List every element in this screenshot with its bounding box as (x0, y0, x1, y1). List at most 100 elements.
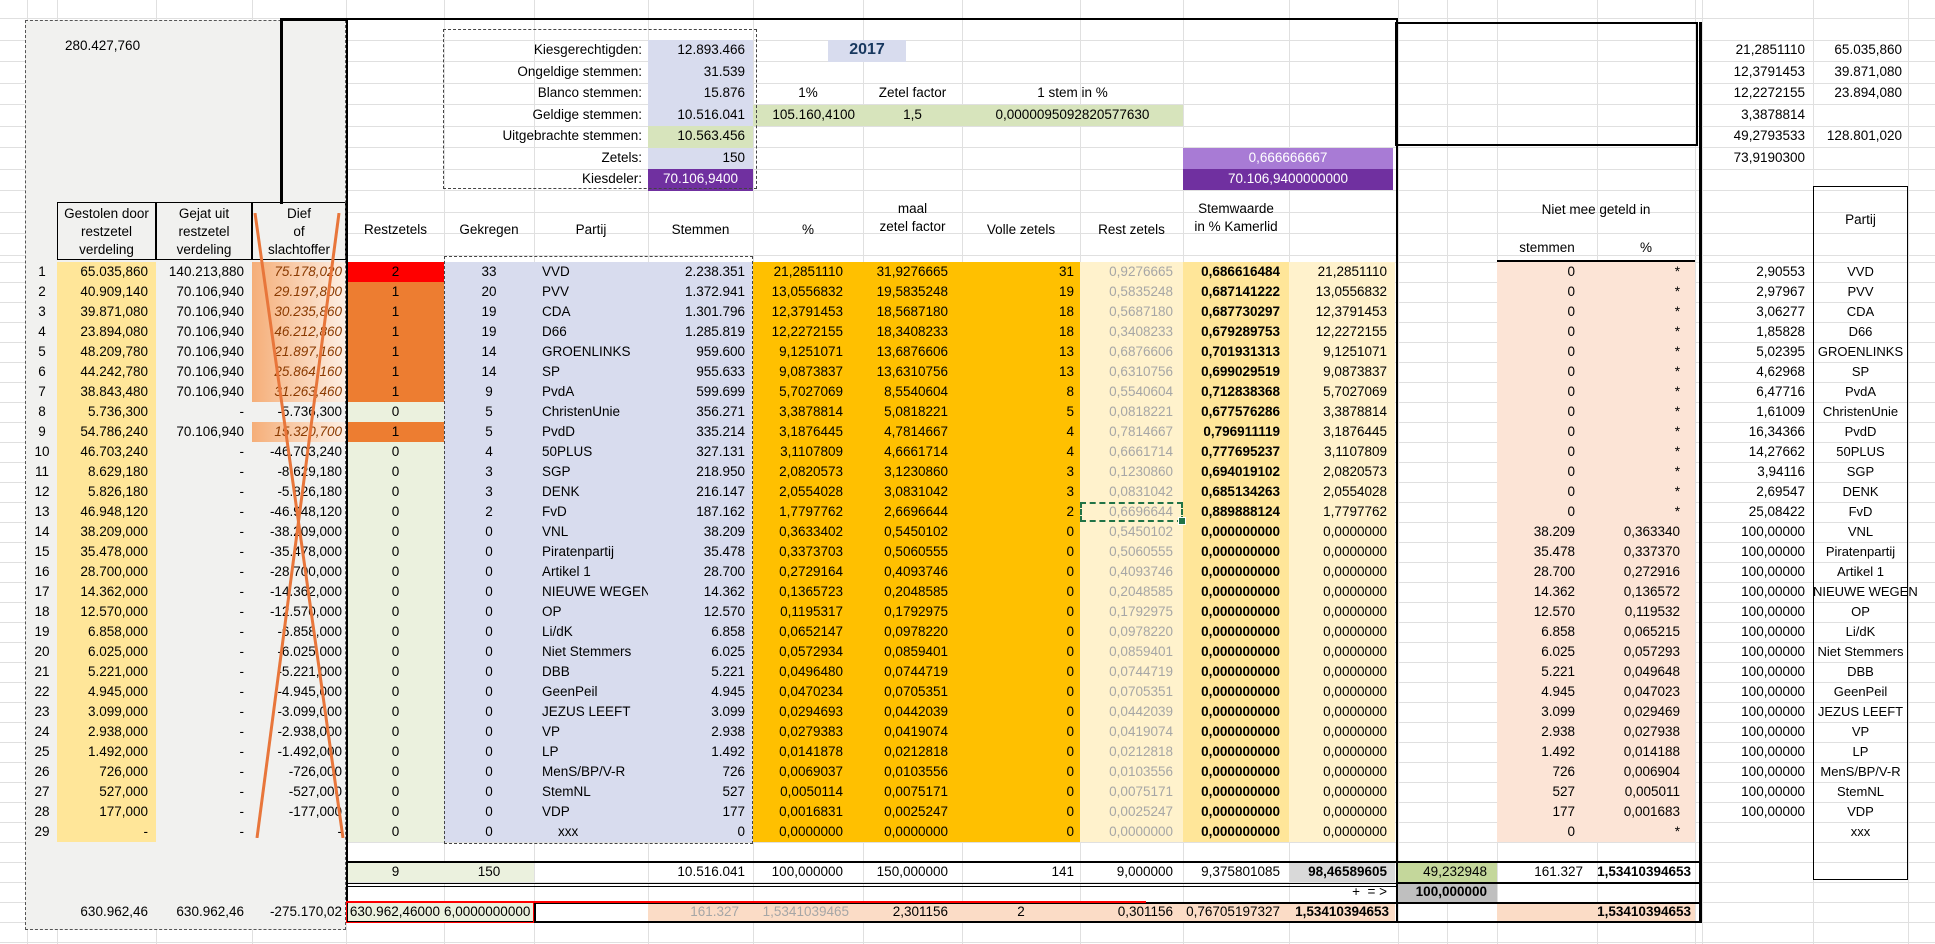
cell-gejat[interactable]: 70.106,940 (156, 422, 252, 442)
cell-partij-right[interactable]: StemNL (1813, 782, 1908, 802)
cell-stemmen[interactable]: 3.099 (648, 702, 753, 722)
cell-maal[interactable]: 0,0978220 (863, 622, 962, 642)
cell-nm-pct[interactable]: 0,006904 (1597, 762, 1695, 782)
cell-pct2[interactable]: 0,0000000 (1289, 602, 1395, 622)
cell-dief[interactable]: -726,000 (252, 762, 346, 782)
cell-restzetels[interactable]: 0 (347, 462, 444, 482)
cell-pct2[interactable]: 0,0000000 (1289, 542, 1395, 562)
cell-stemmen[interactable]: 4.945 (648, 682, 753, 702)
cell-nm-pct[interactable]: * (1597, 342, 1695, 362)
total-stemwaarde-sum[interactable]: 49,232948 (1398, 862, 1497, 882)
cell-pct[interactable]: 0,3373703 (753, 542, 863, 562)
cell-gekregen[interactable]: 0 (444, 542, 534, 562)
cell-partij-right[interactable]: SGP (1813, 462, 1908, 482)
cell-gejat[interactable]: 70.106,940 (156, 342, 252, 362)
cell-gejat[interactable]: - (156, 562, 252, 582)
cell-gejat[interactable]: - (156, 602, 252, 622)
cell-rest[interactable]: 0,1792975 (1080, 602, 1183, 622)
bottom-rest[interactable]: 0,301156 (1080, 902, 1183, 922)
cell-gestolen[interactable]: 12.570,000 (57, 602, 156, 622)
cell-stemwaarde[interactable]: 0,685134263 (1183, 482, 1289, 502)
cell-nm-stemmen[interactable]: 0 (1497, 382, 1597, 402)
cell-pct2[interactable]: 0,0000000 (1289, 702, 1395, 722)
cell-maal[interactable]: 0,0419074 (863, 722, 962, 742)
cell-rest[interactable]: 0,0000000 (1080, 822, 1183, 842)
cell-volle[interactable]: 19 (962, 282, 1080, 302)
cell-gestolen[interactable]: 48.209,780 (57, 342, 156, 362)
total-stemwaarde[interactable]: 9,375801085 (1183, 862, 1289, 882)
cell-nm-stemmen[interactable]: 0 (1497, 422, 1597, 442)
cell-dief[interactable]: -5.826,180 (252, 482, 346, 502)
cell-dief[interactable]: 75.178,020 (252, 262, 346, 282)
cell-dief[interactable]: 29.197,800 (252, 282, 346, 302)
cell-nm-pct[interactable]: 0,001683 (1597, 802, 1695, 822)
cell-restzetels[interactable]: 1 (347, 282, 444, 302)
cell-nm-pct[interactable]: 0,119532 (1597, 602, 1695, 622)
cell-nm-stemmen[interactable]: 0 (1497, 502, 1597, 522)
cell-num[interactable]: 4,62968 (1702, 362, 1813, 382)
info-value-5[interactable]: 150 (648, 147, 753, 169)
cell-maal[interactable]: 0,0103556 (863, 762, 962, 782)
cell-stemmen[interactable]: 35.478 (648, 542, 753, 562)
cell-gestolen[interactable]: 39.871,080 (57, 302, 156, 322)
cell-dief[interactable]: -12.570,000 (252, 602, 346, 622)
cell-nm-pct[interactable]: 0,027938 (1597, 722, 1695, 742)
cell-stemmen[interactable]: 527 (648, 782, 753, 802)
cell-pct[interactable]: 21,2851110 (753, 262, 863, 282)
cell-stemmen[interactable]: 216.147 (648, 482, 753, 502)
cell-dief[interactable]: -14.362,000 (252, 582, 346, 602)
cell-dief[interactable]: -3.099,000 (252, 702, 346, 722)
cell-num[interactable]: 100,00000 (1702, 742, 1813, 762)
cell-partij[interactable]: VP (534, 722, 648, 742)
cell-gestolen[interactable]: 65.035,860 (57, 262, 156, 282)
info-value-2[interactable]: 15.876 (648, 83, 753, 105)
cell-gejat[interactable]: - (156, 402, 252, 422)
cell-partij-right[interactable]: D66 (1813, 322, 1908, 342)
cell-partij[interactable]: FvD (534, 502, 648, 522)
cell-gestolen[interactable]: 44.242,780 (57, 362, 156, 382)
total-restzetels[interactable]: 9 (347, 862, 444, 882)
cell-restzetels[interactable]: 0 (347, 682, 444, 702)
cell-stemwaarde[interactable]: 0,000000000 (1183, 582, 1289, 602)
cell-volle[interactable]: 31 (962, 262, 1080, 282)
cell-rest[interactable]: 0,0103556 (1080, 762, 1183, 782)
cell-rest[interactable]: 0,1230860 (1080, 462, 1183, 482)
cell-partij-right[interactable]: PvdD (1813, 422, 1908, 442)
cell-dief[interactable]: -35.478,000 (252, 542, 346, 562)
cell-nm-stemmen[interactable]: 0 (1497, 442, 1597, 462)
cell-restzetels[interactable]: 0 (347, 602, 444, 622)
cell-volle[interactable]: 5 (962, 402, 1080, 422)
bottom-volle[interactable]: 2 (962, 902, 1080, 922)
cell-nm-pct[interactable]: 0,272916 (1597, 562, 1695, 582)
cell-dief[interactable]: -46.703,240 (252, 442, 346, 462)
cell-gekregen[interactable]: 0 (444, 742, 534, 762)
cell-dief[interactable]: -2.938,000 (252, 722, 346, 742)
cell-nm-stemmen[interactable]: 6.025 (1497, 642, 1597, 662)
bottom-gekregen[interactable]: 6,0000000000 (444, 902, 534, 922)
info-value-0[interactable]: 12.893.466 (648, 40, 753, 62)
cell-rest[interactable]: 0,3408233 (1080, 322, 1183, 342)
cell-maal[interactable]: 4,6661714 (863, 442, 962, 462)
cell-maal[interactable]: 5,0818221 (863, 402, 962, 422)
cell-stemmen[interactable]: 959.600 (648, 342, 753, 362)
cell-gekregen[interactable]: 0 (444, 562, 534, 582)
total-volle[interactable]: 141 (962, 862, 1080, 882)
cell-nm-stemmen[interactable]: 0 (1497, 482, 1597, 502)
cell-restzetels[interactable]: 1 (347, 362, 444, 382)
cell-volle[interactable]: 18 (962, 322, 1080, 342)
cell-stemwaarde[interactable]: 0,687141222 (1183, 282, 1289, 302)
cell-nm-stemmen[interactable]: 2.938 (1497, 722, 1597, 742)
cell-pct[interactable]: 0,0279383 (753, 722, 863, 742)
cell-nm-pct[interactable]: 0,065215 (1597, 622, 1695, 642)
cell-dief[interactable]: 30.235,860 (252, 302, 346, 322)
cell-volle[interactable]: 0 (962, 562, 1080, 582)
cell-maal[interactable]: 0,0744719 (863, 662, 962, 682)
cell-num[interactable]: 100,00000 (1702, 602, 1813, 622)
cell-pct[interactable]: 0,2729164 (753, 562, 863, 582)
cell-partij[interactable]: VNL (534, 522, 648, 542)
cell-nm-stemmen[interactable]: 0 (1497, 402, 1597, 422)
cell-gestolen[interactable]: 40.909,140 (57, 282, 156, 302)
bottom-restzetels[interactable]: 630.962,46000 (347, 902, 444, 922)
cell-pct[interactable]: 1,7797762 (753, 502, 863, 522)
cell-gekregen[interactable]: 0 (444, 522, 534, 542)
